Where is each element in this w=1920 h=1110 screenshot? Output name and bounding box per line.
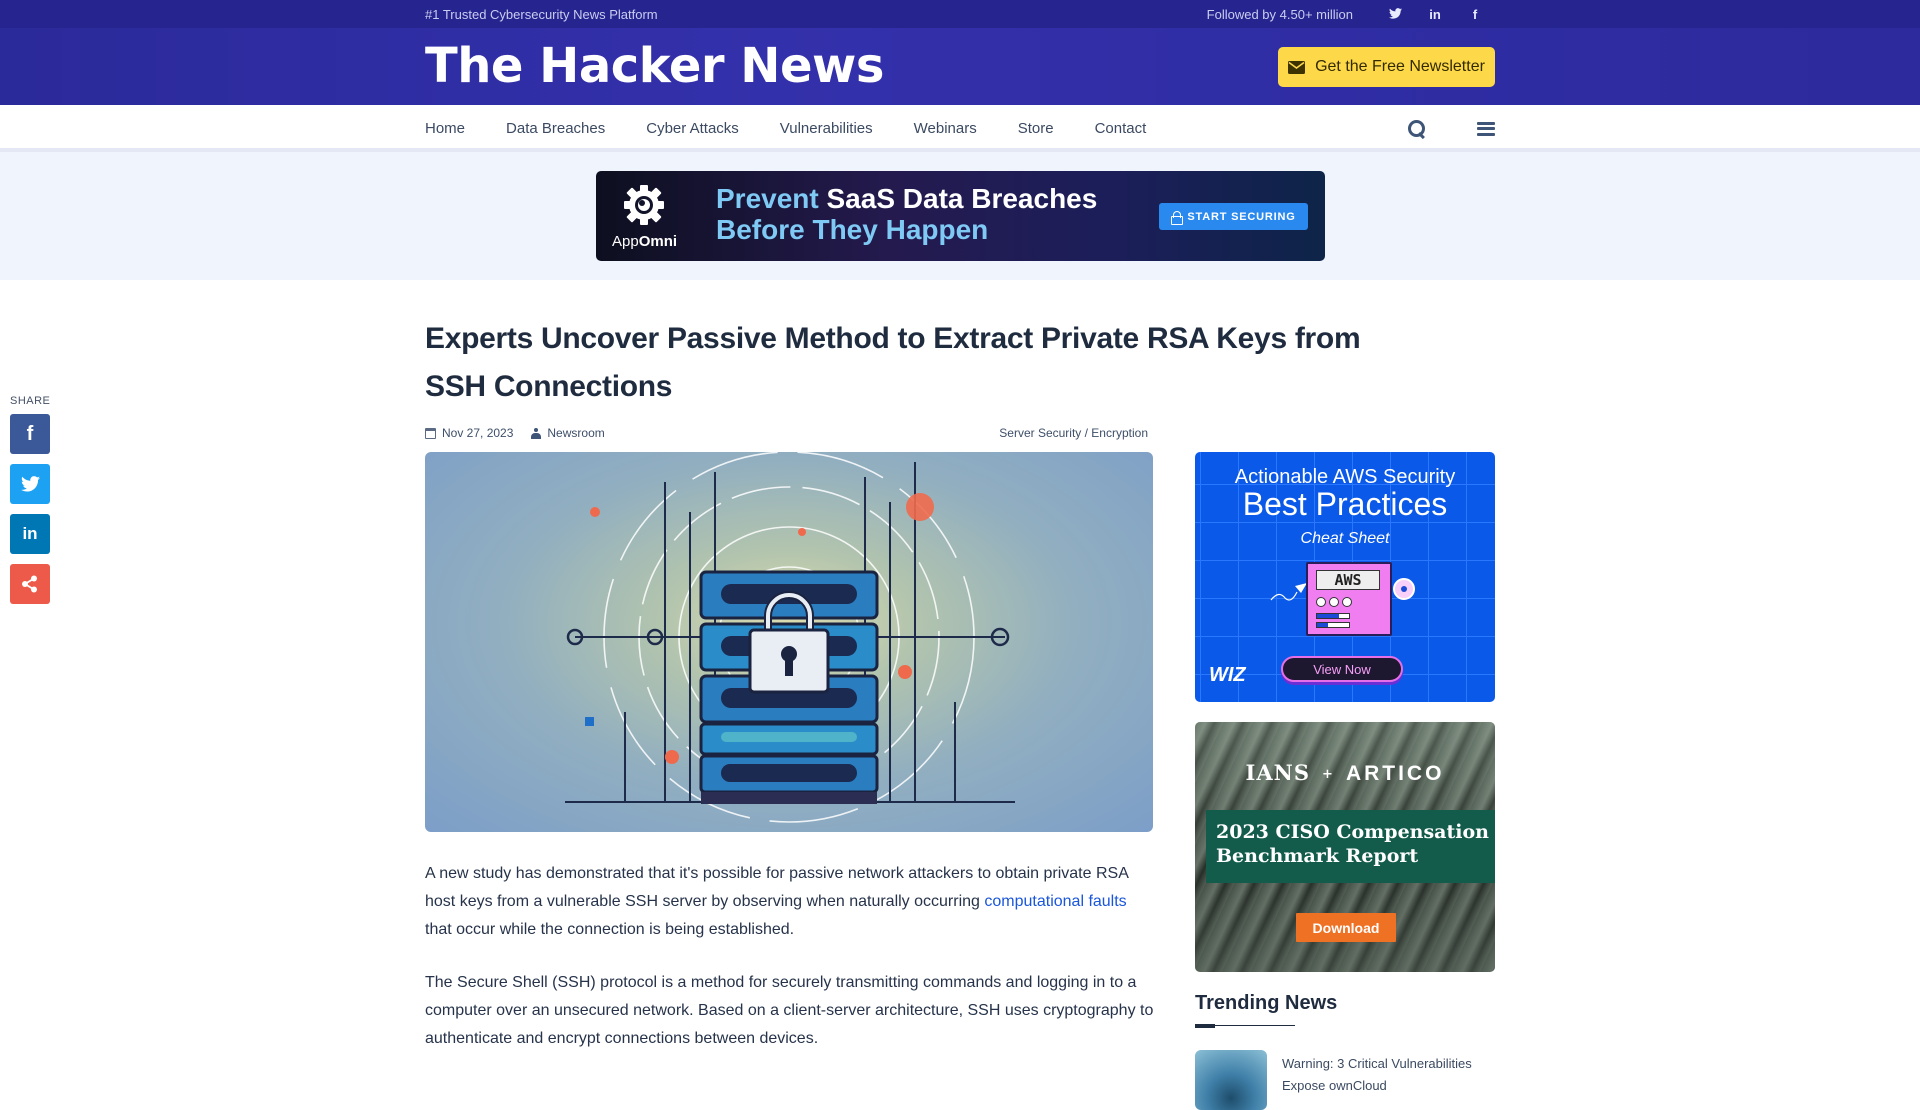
linkedin-icon[interactable]: in (1415, 7, 1455, 22)
gear-eye-icon (624, 185, 664, 225)
article-author: Newsroom (531, 426, 605, 440)
share-twitter-button[interactable] (10, 464, 50, 504)
site-header: The Hacker News Get the Free Newsletter (0, 28, 1920, 105)
user-icon (531, 427, 542, 439)
nav-cyber-attacks[interactable]: Cyber Attacks (646, 120, 739, 137)
wiz-ad-line3: Cheat Sheet (1300, 530, 1390, 547)
aws-device-illustration: AWS (1306, 562, 1392, 636)
ians-sidebar-ad[interactable]: IANS + ARTICO 2023 CISO Compensation Bench… (1195, 722, 1495, 972)
share-label: SHARE (10, 395, 51, 407)
wiz-ad-line2: Best Practices (1242, 486, 1448, 522)
tagline: #1 Trusted Cybersecurity News Platform (425, 6, 658, 22)
disc-icon (1393, 578, 1415, 600)
ad-headline-2: Before They Happen (716, 214, 989, 245)
nav-contact[interactable]: Contact (1095, 120, 1147, 137)
trending-item-title: Warning: 3 Critical Vulnerabilities Expo… (1282, 1056, 1472, 1093)
ians-ad-title: 2023 CISO Compensation Benchmark Report (1216, 821, 1489, 867)
nav-data-breaches[interactable]: Data Breaches (506, 120, 605, 137)
article-paragraph: A new study has demonstrated that it's p… (425, 865, 1128, 938)
newsletter-label: Get the Free Newsletter (1315, 58, 1485, 75)
lock-icon (1171, 210, 1184, 225)
search-icon[interactable] (1407, 119, 1427, 139)
appomni-banner-ad[interactable]: AppOmni Prevent SaaS Data Breaches Befor… (596, 171, 1325, 261)
article-meta: Nov 27, 2023 Newsroom Server Security / … (425, 423, 1148, 443)
article-title: Experts Uncover Passive Method to Extrac… (425, 322, 1361, 403)
computational-faults-link[interactable]: computational faults (984, 893, 1126, 910)
top-bar: #1 Trusted Cybersecurity News Platform F… (0, 0, 1920, 28)
download-button[interactable]: Download (1296, 913, 1396, 942)
ians-artico-logos: IANS + ARTICO (1245, 760, 1445, 785)
article-body: A new study has demonstrated that it's p… (425, 860, 1155, 1078)
main-nav: Home Data Breaches Cyber Attacks Vulnera… (0, 105, 1920, 152)
facebook-icon[interactable]: f (1455, 7, 1495, 22)
hamburger-menu-icon[interactable] (1477, 121, 1495, 136)
start-securing-button[interactable]: START SECURING (1159, 203, 1308, 230)
article-category: Server Security / Encryption (999, 426, 1148, 440)
trending-item[interactable]: Warning: 3 Critical Vulnerabilities Expo… (1195, 1050, 1495, 1110)
view-now-button[interactable]: View Now (1281, 656, 1403, 682)
server-lock-illustration (565, 452, 1015, 823)
newsletter-button[interactable]: Get the Free Newsletter (1278, 47, 1495, 87)
article-paragraph: The Secure Shell (SSH) protocol is a met… (425, 974, 1154, 1047)
linkedin-icon: in (22, 524, 38, 543)
share-icon (22, 575, 37, 593)
facebook-icon: f (26, 422, 34, 445)
nav-webinars[interactable]: Webinars (914, 120, 977, 137)
share-more-button[interactable] (10, 564, 50, 604)
site-logo[interactable]: The Hacker News (425, 38, 884, 94)
paper-plane-icon (1270, 583, 1307, 601)
nav-home[interactable]: Home (425, 120, 465, 137)
share-linkedin-button[interactable]: in (10, 514, 50, 554)
ians-title-band: 2023 CISO Compensation Benchmark Report (1206, 810, 1495, 883)
trending-news-heading: Trending News (1195, 992, 1338, 1014)
article-hero-image (425, 452, 1153, 832)
article-date: Nov 27, 2023 (425, 426, 513, 440)
top-ad-band: AppOmni Prevent SaaS Data Breaches Befor… (0, 152, 1920, 280)
twitter-icon[interactable] (1375, 7, 1415, 22)
twitter-icon (20, 476, 40, 492)
wiz-sidebar-ad[interactable]: Actionable AWS Security Best Practices C… (1195, 452, 1495, 702)
followers-count: Followed by 4.50+ million (1206, 6, 1353, 22)
calendar-icon (425, 427, 436, 439)
envelope-icon (1288, 60, 1306, 74)
appomni-logo-text: AppOmni (612, 233, 678, 250)
nav-vulnerabilities[interactable]: Vulnerabilities (780, 120, 873, 137)
nav-store[interactable]: Store (1018, 120, 1054, 137)
wiz-logo: WIZ (1209, 664, 1246, 686)
share-bar: SHARE f in (10, 395, 50, 614)
trending-thumbnail (1195, 1050, 1267, 1110)
heading-underline (1195, 1023, 1295, 1028)
ad-headline-1: Prevent SaaS Data Breaches (716, 183, 1098, 214)
share-facebook-button[interactable]: f (10, 414, 50, 454)
